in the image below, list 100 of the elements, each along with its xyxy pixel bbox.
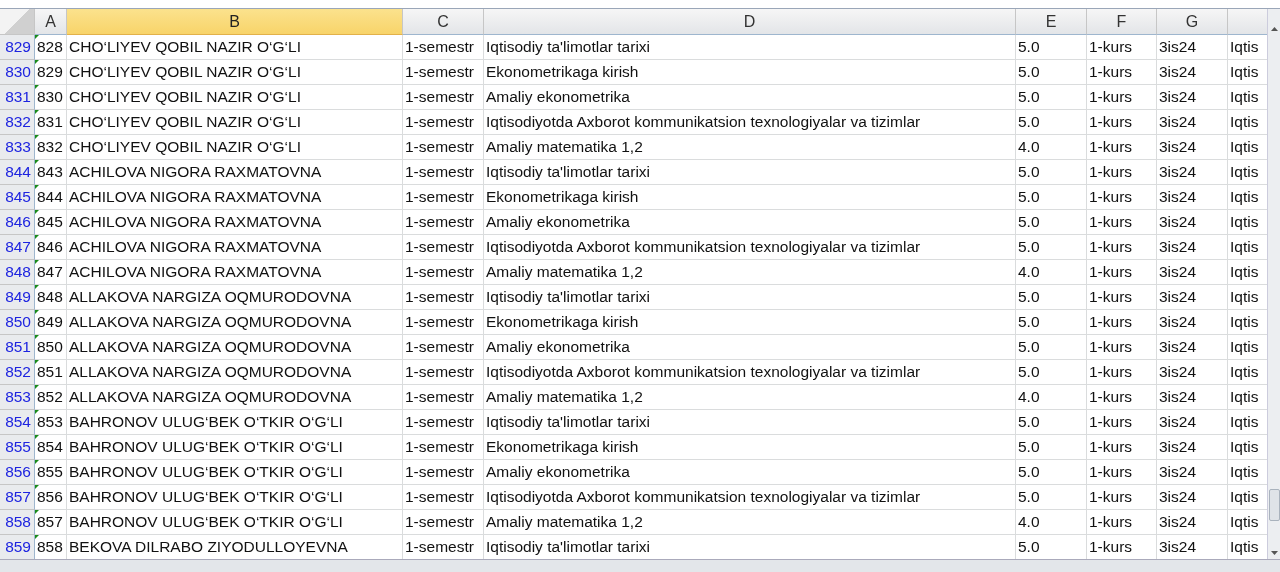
table-cell: BAHRONOV ULUG‘BEK O‘TKIR O‘G‘LI [67, 435, 403, 460]
table-cell: 1-kurs [1087, 210, 1157, 235]
table-cell: 850 [35, 335, 67, 360]
row-header[interactable]: 845 [0, 185, 35, 210]
row-header[interactable]: 848 [0, 260, 35, 285]
row-header[interactable]: 830 [0, 60, 35, 85]
table-cell: Amaliy matematika 1,2 [484, 510, 1016, 535]
row-header[interactable]: 846 [0, 210, 35, 235]
table-cell: 3is24 [1157, 60, 1228, 85]
row-header[interactable]: 859 [0, 535, 35, 559]
row-header[interactable]: 850 [0, 310, 35, 335]
table-cell: 1-semestr [403, 460, 484, 485]
table-cell: 5.0 [1016, 110, 1087, 135]
row-header[interactable]: 847 [0, 235, 35, 260]
row-header[interactable]: 856 [0, 460, 35, 485]
row-header[interactable]: 832 [0, 110, 35, 135]
table-cell: Iqtisodiy ta'limotlar tarixi [484, 285, 1016, 310]
table-cell: 857 [35, 510, 67, 535]
scroll-up-icon[interactable] [1270, 27, 1278, 31]
table-cell: 5.0 [1016, 35, 1087, 60]
table-cell: 4.0 [1016, 260, 1087, 285]
column-header[interactable]: A [35, 9, 67, 35]
table-cell: 3is24 [1157, 85, 1228, 110]
row-header[interactable]: 831 [0, 85, 35, 110]
table-cell: 1-kurs [1087, 235, 1157, 260]
table-cell: 5.0 [1016, 185, 1087, 210]
table-cell: 830 [35, 85, 67, 110]
table-cell: ALLAKOVA NARGIZA OQMURODOVNA [67, 335, 403, 360]
table-cell: 5.0 [1016, 485, 1087, 510]
table-cell: 1-kurs [1087, 310, 1157, 335]
table-cell: 1-semestr [403, 510, 484, 535]
table-cell: 1-semestr [403, 360, 484, 385]
vertical-scrollbar[interactable] [1267, 9, 1280, 559]
table-cell: 3is24 [1157, 360, 1228, 385]
table-cell: ACHILOVA NIGORA RAXMATOVNA [67, 185, 403, 210]
row-header[interactable]: 858 [0, 510, 35, 535]
table-cell: 4.0 [1016, 510, 1087, 535]
row-header[interactable]: 852 [0, 360, 35, 385]
table-cell: 852 [35, 385, 67, 410]
scroll-down-icon[interactable] [1270, 551, 1278, 555]
column-header[interactable]: C [403, 9, 484, 35]
table-cell: 3is24 [1157, 410, 1228, 435]
row-header[interactable]: 851 [0, 335, 35, 360]
table-cell: 1-kurs [1087, 185, 1157, 210]
column-header[interactable]: B [67, 9, 403, 35]
table-cell: CHO‘LIYEV QOBIL NAZIR O‘G‘LI [67, 135, 403, 160]
row-header[interactable]: 829 [0, 35, 35, 60]
row-header[interactable]: 854 [0, 410, 35, 435]
table-cell: Iqtisodiy ta'limotlar tarixi [484, 35, 1016, 60]
row-header[interactable]: 849 [0, 285, 35, 310]
row-header[interactable]: 857 [0, 485, 35, 510]
table-cell: CHO‘LIYEV QOBIL NAZIR O‘G‘LI [67, 110, 403, 135]
table-cell: 1-kurs [1087, 410, 1157, 435]
table-cell: 1-semestr [403, 210, 484, 235]
table-cell: 5.0 [1016, 410, 1087, 435]
table-cell: 849 [35, 310, 67, 335]
table-cell: CHO‘LIYEV QOBIL NAZIR O‘G‘LI [67, 60, 403, 85]
table-cell: 1-kurs [1087, 135, 1157, 160]
table-cell: 1-semestr [403, 435, 484, 460]
table-cell: 1-kurs [1087, 460, 1157, 485]
table-cell: ALLAKOVA NARGIZA OQMURODOVNA [67, 285, 403, 310]
column-header[interactable]: D [484, 9, 1016, 35]
table-cell: 856 [35, 485, 67, 510]
row-header[interactable]: 844 [0, 160, 35, 185]
table-cell: 845 [35, 210, 67, 235]
table-cell: BAHRONOV ULUG‘BEK O‘TKIR O‘G‘LI [67, 460, 403, 485]
table-cell: 1-semestr [403, 385, 484, 410]
table-cell: 3is24 [1157, 335, 1228, 360]
scrollbar-thumb[interactable] [1268, 489, 1280, 521]
column-header[interactable]: F [1087, 9, 1157, 35]
table-cell: Iqtisodiyotda Axborot kommunikatsion texnologiyalar va tizimlar [484, 485, 1016, 510]
column-header[interactable]: E [1016, 9, 1087, 35]
table-cell: 5.0 [1016, 360, 1087, 385]
table-cell: 829 [35, 60, 67, 85]
table-cell: 855 [35, 460, 67, 485]
table-cell: ACHILOVA NIGORA RAXMATOVNA [67, 160, 403, 185]
table-cell: CHO‘LIYEV QOBIL NAZIR O‘G‘LI [67, 35, 403, 60]
table-cell: 5.0 [1016, 460, 1087, 485]
row-header[interactable]: 853 [0, 385, 35, 410]
table-cell: 1-kurs [1087, 510, 1157, 535]
table-cell: 1-kurs [1087, 435, 1157, 460]
table-cell: 5.0 [1016, 285, 1087, 310]
table-cell: 5.0 [1016, 85, 1087, 110]
table-cell: Iqtisodiyotda Axborot kommunikatsion texnologiyalar va tizimlar [484, 360, 1016, 385]
table-cell: 846 [35, 235, 67, 260]
row-header[interactable]: 833 [0, 135, 35, 160]
column-header[interactable]: G [1157, 9, 1228, 35]
table-cell: 3is24 [1157, 210, 1228, 235]
table-cell: 3is24 [1157, 285, 1228, 310]
table-cell: 1-semestr [403, 310, 484, 335]
table-cell: 1-semestr [403, 285, 484, 310]
table-cell: Amaliy ekonometrika [484, 335, 1016, 360]
table-cell: ALLAKOVA NARGIZA OQMURODOVNA [67, 385, 403, 410]
select-all-corner[interactable] [0, 9, 35, 35]
table-cell: Amaliy matematika 1,2 [484, 385, 1016, 410]
table-cell: ACHILOVA NIGORA RAXMATOVNA [67, 235, 403, 260]
table-cell: ACHILOVA NIGORA RAXMATOVNA [67, 210, 403, 235]
table-cell: 1-kurs [1087, 360, 1157, 385]
table-cell: 3is24 [1157, 260, 1228, 285]
row-header[interactable]: 855 [0, 435, 35, 460]
